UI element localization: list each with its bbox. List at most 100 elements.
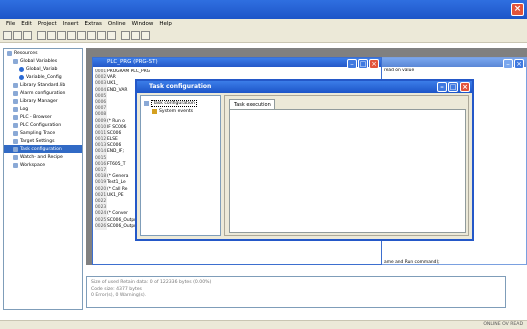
tree-item[interactable]: PLC - Browser: [4, 113, 82, 121]
save-icon[interactable]: [23, 31, 32, 40]
task-config-tree: Task configuration System events: [140, 95, 221, 236]
tree-item[interactable]: Resources: [4, 49, 82, 57]
tree-node-icon: [13, 106, 18, 112]
menu-item-online[interactable]: Online: [108, 21, 126, 27]
task-tree-item[interactable]: Task configuration: [141, 99, 220, 107]
run-icon[interactable]: [57, 31, 66, 40]
plc-prg-minimize-icon[interactable]: –: [347, 59, 357, 69]
tree-item[interactable]: Alarm configuration: [4, 89, 82, 97]
tree-item[interactable]: Sampling Trace: [4, 129, 82, 137]
logout-icon[interactable]: [47, 31, 56, 40]
tree-item-label: Sampling Trace: [20, 130, 56, 136]
tree-item[interactable]: Library Manager: [4, 97, 82, 105]
task-configuration-window: Task configuration – □ × Task configurat…: [135, 79, 474, 241]
task-tree-item[interactable]: System events: [141, 107, 220, 115]
task-tree-label: Task configuration: [151, 99, 197, 107]
paste-icon[interactable]: [141, 31, 150, 40]
task-config-minimize-icon[interactable]: –: [437, 82, 447, 92]
tree-node-icon: [13, 98, 18, 104]
stop-icon[interactable]: [67, 31, 76, 40]
cut-icon[interactable]: [121, 31, 130, 40]
tree-item-label: Watch- and Recipe: [20, 154, 63, 160]
tree-item-label: Task configuration: [20, 146, 62, 152]
tree-item[interactable]: PLC Configuration: [4, 121, 82, 129]
tree-item[interactable]: Log: [4, 105, 82, 113]
login-icon[interactable]: [37, 31, 46, 40]
app-close-button[interactable]: ×: [511, 3, 524, 16]
tree-node-icon: [13, 162, 18, 168]
task-config-title: Task configuration: [149, 83, 212, 90]
code-text: END_VAR: [107, 87, 128, 93]
tree-node-icon: [13, 58, 18, 64]
menu-item-insert[interactable]: Insert: [63, 21, 79, 27]
menu-item-file[interactable]: File: [6, 21, 15, 27]
menu-item-project[interactable]: Project: [38, 21, 57, 27]
tree-item-label: Variable_Config: [26, 74, 62, 80]
tree-item[interactable]: Library Standard.lib: [4, 81, 82, 89]
tree-node-icon: [13, 154, 18, 160]
tree-item-label: Workspace: [20, 162, 46, 168]
status-bar: ONLINE OV READ: [0, 320, 527, 329]
tree-item-label: Global_Variab: [26, 66, 58, 72]
message-panel: Size of used Retain data: 0 of 122336 by…: [86, 276, 506, 308]
tree-item-label: Global Variables: [20, 58, 58, 64]
single-cycle-icon[interactable]: [107, 31, 116, 40]
tree-item-label: PLC - Browser: [20, 114, 52, 120]
menu-bar: File Edit Project Insert Extras Online Window H…: [0, 19, 527, 29]
new-icon[interactable]: [3, 31, 12, 40]
tree-node-icon: [19, 66, 24, 72]
step-over-icon[interactable]: [87, 31, 96, 40]
tree-node-icon: [7, 50, 12, 56]
code-line: ame and Run command);: [384, 259, 440, 264]
tree-item[interactable]: Task configuration: [4, 145, 82, 153]
tree-item-label: Resources: [14, 50, 38, 56]
line-number: 0026: [95, 223, 107, 230]
status-right: ONLINE OV READ: [483, 322, 523, 327]
tree-node-icon: [13, 114, 18, 120]
tree-node-icon: [13, 146, 18, 152]
tree-item-label: Target Settings: [20, 138, 55, 144]
tree-item[interactable]: Workspace: [4, 161, 82, 169]
tree-node-icon: [13, 90, 18, 96]
tree-node-icon: [13, 138, 18, 144]
code-text: FT605_T: [107, 161, 126, 167]
message-line: 0 Error(s), 0 Warning(s).: [91, 293, 147, 298]
menu-item-help[interactable]: Help: [159, 21, 172, 27]
task-node-icon: [152, 108, 157, 114]
tree-item[interactable]: Global_Variab: [4, 65, 82, 73]
tree-item[interactable]: Variable_Config: [4, 73, 82, 81]
plc-prg-maximize-icon[interactable]: □: [358, 59, 368, 69]
task-tree-label: System events: [159, 108, 194, 114]
plc-prg-close-icon[interactable]: ×: [369, 59, 379, 69]
tree-item-label: Log: [20, 106, 29, 112]
tree-node-icon: [13, 130, 18, 136]
tree-item[interactable]: Global Variables: [4, 57, 82, 65]
tree-node-icon: [19, 74, 24, 80]
tree-node-icon: [13, 122, 18, 128]
step-in-icon[interactable]: [97, 31, 106, 40]
tree-item-label: Alarm configuration: [20, 90, 66, 96]
task-config-maximize-icon[interactable]: □: [448, 82, 458, 92]
open-icon[interactable]: [13, 31, 22, 40]
toolbar: [0, 29, 527, 43]
tree-item[interactable]: Watch- and Recipe: [4, 153, 82, 161]
tree-item[interactable]: Target Settings: [4, 137, 82, 145]
toggle-breakpoint-icon[interactable]: [77, 31, 86, 40]
plc-prg-title: PLC_PRG (PRG-ST): [107, 59, 158, 65]
tree-node-icon: [13, 82, 18, 88]
task-config-title-bar: Task configuration – □ ×: [137, 81, 472, 93]
tree-item-label: PLC Configuration: [20, 122, 62, 128]
task-config-close-icon[interactable]: ×: [460, 82, 470, 92]
menu-item-extras[interactable]: Extras: [84, 21, 101, 27]
menu-item-window[interactable]: Window: [132, 21, 154, 27]
tree-item-label: Library Manager: [20, 98, 58, 104]
plc-prg-title-bar: PLC_PRG (PRG-ST) – □ ×: [93, 58, 381, 69]
copy-icon[interactable]: [131, 31, 140, 40]
task-execution-tab-body: [229, 109, 466, 233]
task-config-main-panel: Task execution: [224, 95, 469, 236]
code-text: END_IF;: [107, 149, 124, 155]
menu-item-edit[interactable]: Edit: [21, 21, 32, 27]
resources-tree: Resources Global Variables Global_Variab Va…: [3, 48, 83, 310]
task-node-icon: [144, 100, 149, 106]
tree-item-label: Library Standard.lib: [20, 82, 66, 88]
